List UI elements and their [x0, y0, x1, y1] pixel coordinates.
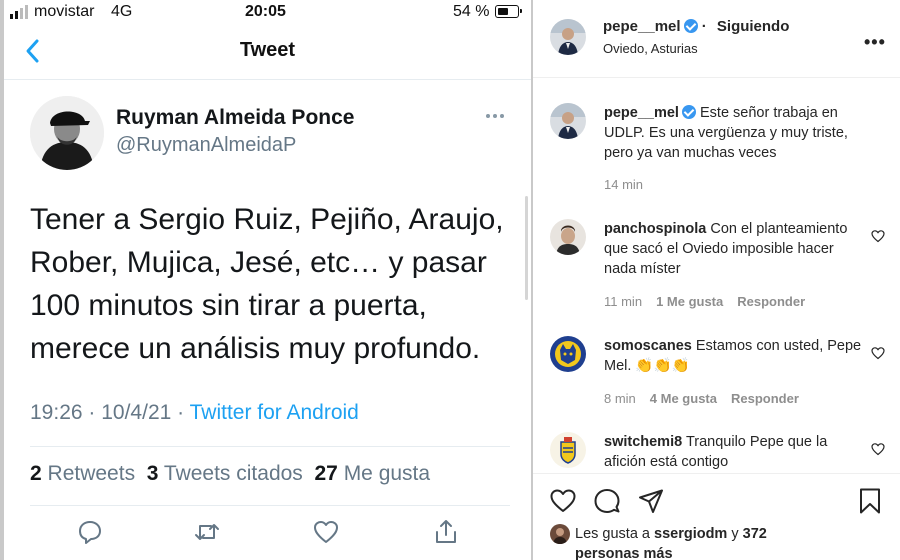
like-heart-icon[interactable]: [312, 518, 340, 546]
caption-avatar[interactable]: [550, 103, 586, 139]
comment-time: 8 min: [604, 391, 636, 406]
tweet-date: 10/4/21: [101, 401, 172, 424]
likes-prefix: Les gusta a: [575, 526, 654, 542]
bookmark-icon[interactable]: [856, 487, 884, 515]
comment-avatar-image: [550, 336, 586, 372]
comment-avatar[interactable]: [550, 336, 586, 372]
send-icon[interactable]: [637, 487, 665, 515]
comment-avatar-image: [550, 432, 586, 468]
verified-badge-icon: [683, 19, 698, 33]
caption-meta: 14 min: [604, 177, 643, 192]
page-title: Tweet: [239, 39, 296, 61]
retweets-label[interactable]: Retweets: [48, 462, 136, 485]
author-avatar[interactable]: [30, 96, 104, 170]
comment: somoscanes Estamos con usted, Pepe Mel. …: [604, 336, 864, 376]
tweet-text: Tener a Sergio Ruiz, Pejiño, Araujo, Rob…: [30, 203, 504, 365]
comment-meta: 8 min 4 Me gusta Responder: [604, 391, 799, 406]
retweets-count[interactable]: 2: [30, 462, 42, 485]
more-icon[interactable]: •••: [864, 32, 886, 53]
poster-username-text[interactable]: pepe__mel: [603, 18, 681, 35]
likes-count[interactable]: 27: [314, 462, 337, 485]
signal-icon: [10, 5, 28, 19]
battery-percent: 54 %: [453, 3, 490, 20]
likes-user[interactable]: ssergiodm: [654, 526, 727, 542]
carrier-name: movistar: [34, 3, 95, 20]
caption: pepe__mel Este señor trabaja en UDLP. Es…: [604, 103, 864, 163]
comment-username[interactable]: somoscanes: [604, 338, 692, 354]
divider: [30, 505, 510, 506]
comment-icon[interactable]: [593, 487, 621, 515]
like-icon[interactable]: [549, 487, 577, 515]
network-type: 4G: [111, 3, 133, 20]
caption-avatar-image: [550, 103, 586, 139]
comment-likes[interactable]: 4 Me gusta: [650, 391, 717, 406]
likes-joiner: y: [727, 526, 743, 542]
author-name[interactable]: Ruyman Almeida Ponce: [116, 106, 354, 130]
likes-summary: Les gusta a ssergiodm y 372 personas más: [575, 524, 775, 560]
quotes-label[interactable]: Tweets citados: [164, 462, 303, 485]
reply-icon[interactable]: [76, 518, 104, 546]
comment-avatar[interactable]: [550, 432, 586, 468]
comment-avatar[interactable]: [550, 219, 586, 255]
twitter-tweet-view: movistar 4G 20:05 54 % Tweet Ruyman Alme…: [4, 0, 531, 560]
tweet-stats: 2 Retweets 3 Tweets citados 27 Me gusta: [30, 462, 430, 486]
instagram-post-comments: pepe__mel · Siguiendo Oviedo, Asturias •…: [533, 0, 900, 560]
post-header: pepe__mel · Siguiendo Oviedo, Asturias •…: [533, 0, 900, 78]
quotes-count[interactable]: 3: [147, 462, 159, 485]
caption-time: 14 min: [604, 177, 644, 192]
comment-like-icon[interactable]: [871, 229, 885, 243]
following-button[interactable]: Siguiendo: [717, 18, 790, 35]
comment: switchemi8 Tranquilo Pepe que la afición…: [604, 432, 864, 472]
reply-button[interactable]: Responder: [737, 294, 805, 309]
poster-username: pepe__mel · Siguiendo: [603, 18, 790, 35]
tweet-timestamp: 19:26 · 10/4/21 · Twitter for Android: [30, 401, 359, 424]
divider: [30, 446, 510, 447]
post-location[interactable]: Oviedo, Asturias: [603, 41, 698, 56]
comment-likes[interactable]: 1 Me gusta: [656, 294, 723, 309]
liker-avatar-image: [550, 524, 570, 544]
status-time: 20:05: [245, 3, 286, 20]
tweet-header: Tweet: [4, 24, 531, 80]
comment-username[interactable]: panchospinola: [604, 221, 706, 237]
author-handle[interactable]: @RuymanAlmeidaP: [116, 134, 296, 157]
tweet-time: 19:26: [30, 401, 83, 424]
poster-avatar-image: [550, 19, 586, 55]
more-icon[interactable]: [484, 108, 506, 124]
tweet-source-link[interactable]: Twitter for Android: [190, 401, 359, 424]
status-bar: movistar 4G 20:05 54 %: [4, 0, 531, 24]
scrollbar[interactable]: [525, 196, 528, 300]
poster-avatar[interactable]: [550, 19, 586, 55]
caption-username[interactable]: pepe__mel: [604, 105, 679, 121]
comment-avatar-image: [550, 219, 586, 255]
comment-like-icon[interactable]: [871, 346, 885, 360]
divider: [533, 473, 900, 474]
author-avatar-image: [30, 96, 104, 170]
comment-time: 11 min: [604, 294, 643, 309]
verified-badge-icon: [681, 105, 696, 119]
liker-avatar[interactable]: [550, 524, 570, 544]
reply-button[interactable]: Responder: [731, 391, 799, 406]
comment: panchospinola Con el planteamiento que s…: [604, 219, 864, 279]
comment-meta: 11 min 1 Me gusta Responder: [604, 294, 805, 309]
share-icon[interactable]: [432, 518, 460, 546]
comment-username[interactable]: switchemi8: [604, 434, 682, 450]
battery-icon: [495, 5, 522, 18]
likes-label[interactable]: Me gusta: [344, 462, 430, 485]
comment-like-icon[interactable]: [871, 442, 885, 456]
retweet-icon[interactable]: [193, 518, 221, 546]
